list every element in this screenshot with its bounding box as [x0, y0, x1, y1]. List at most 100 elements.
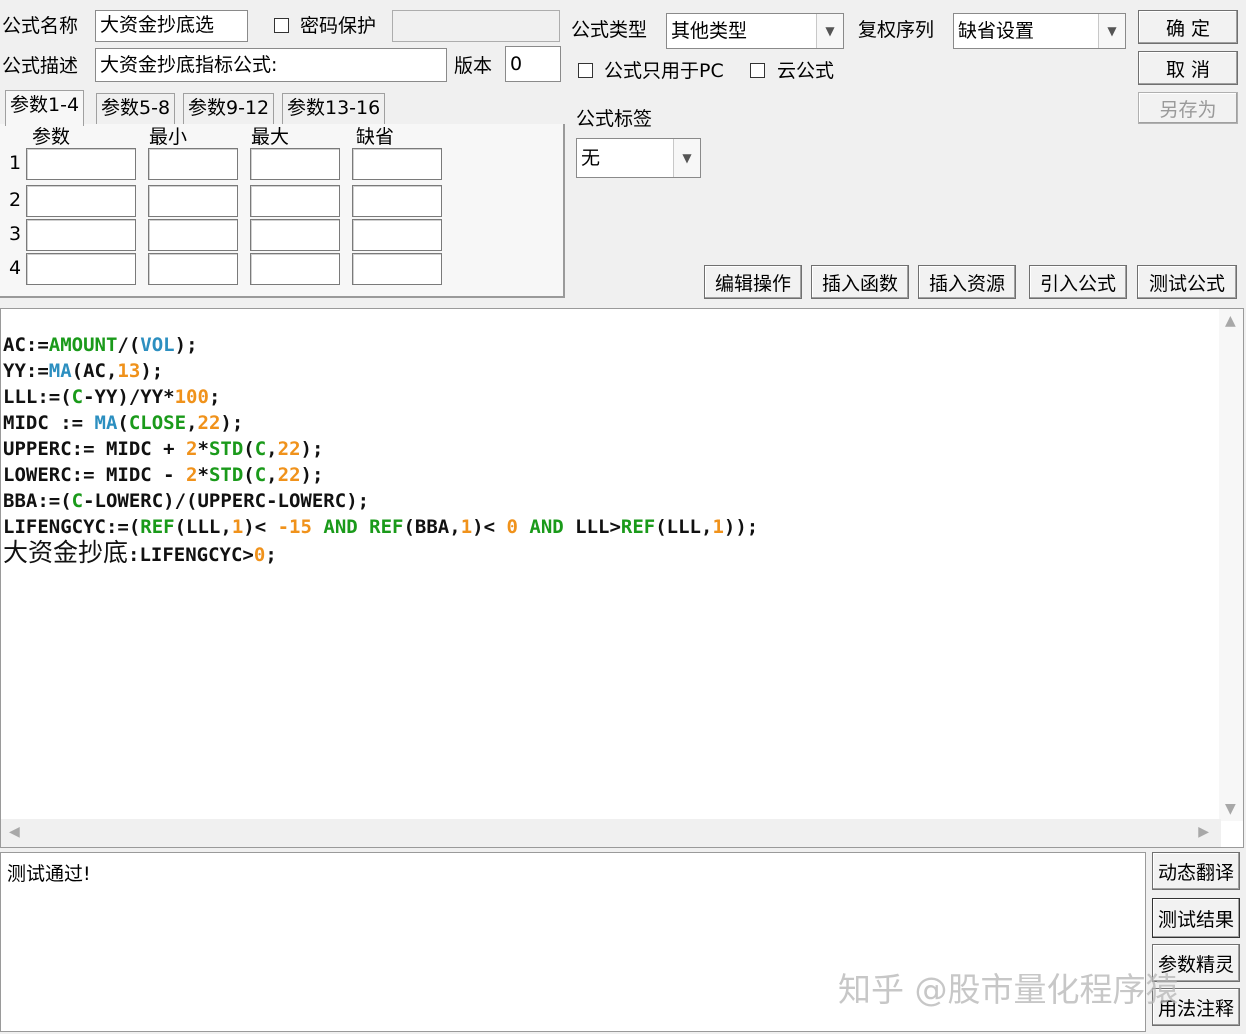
- pc-only-label: 公式只用于PC: [604, 60, 724, 82]
- code-editor[interactable]: AC:=AMOUNT/(VOL); YY:=MA(AC,13); LLL:=(C-Y…: [0, 308, 1244, 848]
- param-2-max-input[interactable]: [250, 185, 340, 217]
- pc-only-checkbox[interactable]: [578, 63, 593, 78]
- dynamic-translate-button[interactable]: 动态翻译: [1152, 852, 1240, 890]
- param-4-name-input[interactable]: [26, 253, 136, 285]
- formula-type-select[interactable]: 其他类型 ▼: [666, 13, 844, 49]
- param-header-name: 参数: [32, 126, 71, 148]
- test-result-button[interactable]: 测试结果: [1152, 898, 1240, 938]
- formula-desc-input[interactable]: 大资金抄底指标公式:: [95, 48, 447, 82]
- code-token: )<: [243, 516, 278, 538]
- code-line[interactable]: UPPERC:= MIDC + 2*STD(C,22);: [3, 436, 758, 462]
- code-token: REF: [140, 516, 175, 538]
- param-1-min-input[interactable]: [148, 148, 238, 180]
- code-token: LOWERC:= MIDC -: [3, 464, 187, 486]
- code-line[interactable]: 大资金抄底:LIFENGCYC>0;: [3, 540, 758, 568]
- edit-ops-button[interactable]: 编辑操作: [704, 265, 802, 299]
- test-output-text: 测试通过!: [7, 863, 91, 885]
- param-1-name-input[interactable]: [26, 148, 136, 180]
- param-4-max-input[interactable]: [250, 253, 340, 285]
- import-formula-button[interactable]: 引入公式: [1029, 265, 1127, 299]
- code-token: 1: [460, 516, 473, 538]
- code-line[interactable]: BBA:=(C-LOWERC)/(UPPERC-LOWERC);: [3, 488, 758, 514]
- code-token: );: [300, 464, 324, 486]
- code-line[interactable]: LOWERC:= MIDC - 2*STD(C,22);: [3, 462, 758, 488]
- code-token: (AC,: [71, 360, 118, 382]
- scroll-right-icon[interactable]: ▶: [1198, 824, 1209, 840]
- code-token: UPPERC:= MIDC +: [3, 438, 187, 460]
- code-token: REF: [620, 516, 656, 538]
- code-token: 大资金抄底: [3, 538, 129, 567]
- code-token: LIFENGCYC:=(: [3, 516, 141, 538]
- code-token: AC:=: [3, 334, 49, 356]
- formula-tag-select[interactable]: 无 ▼: [576, 138, 701, 178]
- formula-type-label: 公式类型: [571, 19, 648, 41]
- code-token: 13: [117, 360, 141, 382]
- code-token: *: [197, 438, 209, 460]
- code-token: MA: [48, 360, 72, 382]
- param-3-max-input[interactable]: [250, 219, 340, 251]
- param-1-max-input[interactable]: [250, 148, 340, 180]
- scroll-left-icon[interactable]: ◀: [9, 824, 20, 840]
- tab-params-9-12[interactable]: 参数9-12: [183, 93, 275, 124]
- code-token: 0: [506, 516, 518, 538]
- test-formula-button[interactable]: 测试公式: [1137, 265, 1237, 299]
- code-token: AND: [529, 516, 564, 538]
- code-line[interactable]: MIDC := MA(CLOSE,22);: [3, 410, 758, 436]
- code-text[interactable]: AC:=AMOUNT/(VOL); YY:=MA(AC,13); LLL:=(C-Y…: [3, 332, 758, 568]
- code-token: 22: [197, 412, 221, 434]
- version-input[interactable]: 0: [505, 46, 561, 82]
- param-2-min-input[interactable]: [148, 185, 238, 217]
- version-label: 版本: [454, 55, 493, 77]
- code-token: VOL: [140, 334, 175, 356]
- param-1-default-input[interactable]: [352, 148, 442, 180]
- insert-function-button[interactable]: 插入函数: [811, 265, 909, 299]
- tab-params-1-4[interactable]: 参数1-4: [5, 90, 85, 126]
- chevron-down-icon[interactable]: ▼: [1098, 14, 1125, 48]
- param-4-min-input[interactable]: [148, 253, 238, 285]
- cloud-formula-checkbox[interactable]: [750, 63, 765, 78]
- param-4-default-input[interactable]: [352, 253, 442, 285]
- param-2-name-input[interactable]: [26, 185, 136, 217]
- code-token: C: [254, 464, 267, 486]
- code-token: (BBA,: [403, 516, 461, 538]
- param-2-default-input[interactable]: [352, 185, 442, 217]
- ok-button[interactable]: 确 定: [1138, 10, 1238, 44]
- chevron-down-icon[interactable]: ▼: [673, 139, 700, 177]
- param-3-default-input[interactable]: [352, 219, 442, 251]
- code-token: (LLL,: [174, 516, 232, 538]
- formula-name-input[interactable]: 大资金抄底选: [95, 10, 248, 42]
- tab-params-13-16[interactable]: 参数13-16: [282, 93, 386, 124]
- code-token: ));: [723, 516, 759, 538]
- code-token: 100: [174, 386, 209, 408]
- rights-select[interactable]: 缺省设置 ▼: [953, 13, 1126, 49]
- cancel-button[interactable]: 取 消: [1138, 51, 1238, 85]
- param-3-min-input[interactable]: [148, 219, 238, 251]
- save-as-button[interactable]: 另存为: [1138, 92, 1238, 124]
- insert-resource-button[interactable]: 插入资源: [918, 265, 1016, 299]
- code-line[interactable]: LIFENGCYC:=(REF(LLL,1)< -15 AND REF(BBA,…: [3, 514, 758, 540]
- password-protect-label: 密码保护: [300, 15, 377, 37]
- code-token: ,: [186, 412, 198, 434]
- param-3-name-input[interactable]: [26, 219, 136, 251]
- code-token: );: [140, 360, 164, 382]
- scroll-down-icon[interactable]: ▼: [1225, 801, 1236, 817]
- horizontal-scrollbar[interactable]: ◀ ▶: [1, 819, 1221, 847]
- chevron-down-icon[interactable]: ▼: [816, 14, 843, 48]
- code-token: 1: [231, 516, 244, 538]
- code-token: *: [197, 464, 209, 486]
- tab-params-5-8[interactable]: 参数5-8: [96, 93, 176, 124]
- formula-tag-label: 公式标签: [576, 108, 653, 130]
- vertical-scrollbar[interactable]: ▲ ▼: [1219, 309, 1243, 821]
- param-header-min: 最小: [149, 126, 188, 148]
- code-line[interactable]: AC:=AMOUNT/(VOL);: [3, 332, 758, 358]
- param-row-number: 2: [9, 189, 22, 211]
- password-input[interactable]: [392, 10, 560, 42]
- code-line[interactable]: YY:=MA(AC,13);: [3, 358, 758, 384]
- password-protect-checkbox[interactable]: [274, 18, 289, 33]
- param-row-number: 3: [9, 223, 22, 245]
- code-line[interactable]: LLL:=(C-YY)/YY*100;: [3, 384, 758, 410]
- scroll-up-icon[interactable]: ▲: [1225, 313, 1236, 329]
- code-token: ;: [265, 544, 277, 566]
